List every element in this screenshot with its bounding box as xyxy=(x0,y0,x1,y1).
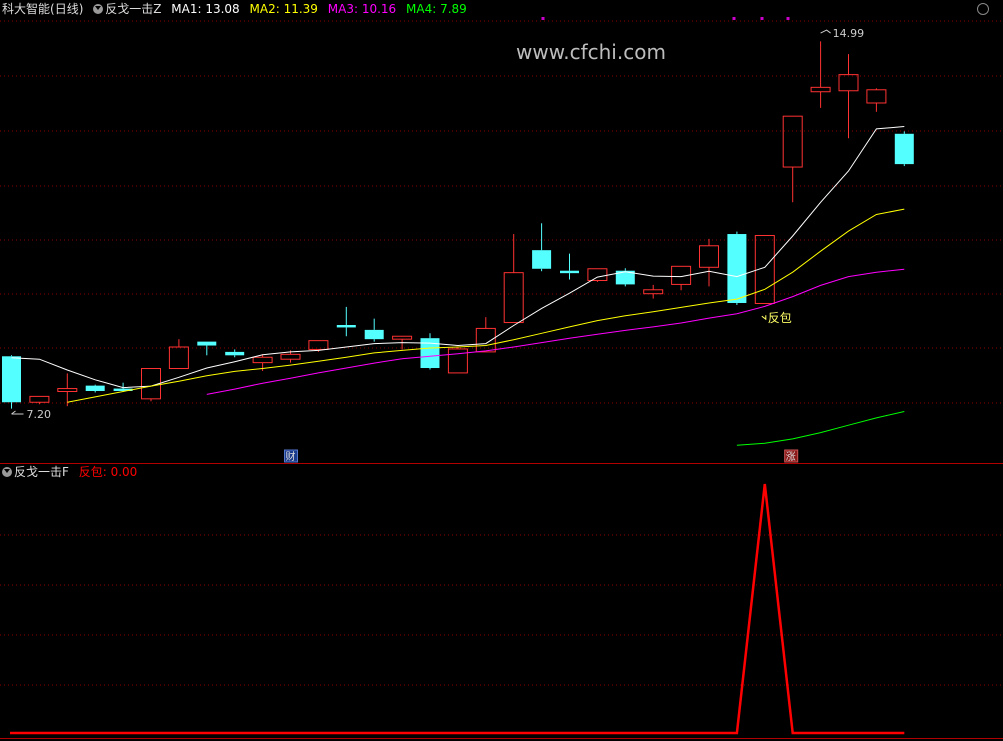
candle-up xyxy=(699,245,719,268)
chevron-down-icon[interactable] xyxy=(93,4,104,14)
low-pointer xyxy=(11,410,24,415)
candle-down xyxy=(85,385,105,392)
candle-up xyxy=(447,348,468,374)
signal-dot xyxy=(541,17,545,20)
sub-indicator-name[interactable]: 反戈一击F xyxy=(14,465,69,479)
ma3-value: MA3: 10.16 xyxy=(327,2,397,16)
signal-dot xyxy=(732,17,736,20)
kline-chart[interactable]: 14.99 7.20 反包财 涨 xyxy=(0,0,1003,741)
candle-down xyxy=(2,356,21,403)
settings-circle-icon[interactable] xyxy=(977,3,989,15)
candle-up xyxy=(643,289,664,295)
chevron-down-icon[interactable] xyxy=(2,467,12,477)
signal-pointer xyxy=(761,315,767,321)
candle-up xyxy=(503,272,524,324)
signal-dot xyxy=(786,17,790,20)
sub-panel-header: 反戈一击F 反包: 0.00 xyxy=(2,464,143,480)
ma4-value: MA4: 7.89 xyxy=(406,2,467,16)
candle-down xyxy=(336,324,356,328)
signal-line-fanbao xyxy=(10,483,905,735)
ma2-value: MA2: 11.39 xyxy=(249,2,318,16)
candle-up xyxy=(866,89,887,104)
signal-label: 反包 xyxy=(768,311,792,325)
ma-line-ma2 xyxy=(67,208,905,403)
candle-down xyxy=(225,351,245,356)
candle-up xyxy=(280,353,301,360)
candle-up xyxy=(168,346,189,370)
signal-dot xyxy=(760,17,764,20)
candle-up xyxy=(29,395,50,403)
candle-down xyxy=(364,329,384,340)
sub-indicator-value: 反包: 0.00 xyxy=(78,465,138,479)
period-label: (日线) xyxy=(50,2,84,16)
candle-up xyxy=(392,335,413,340)
ma-line-ma4 xyxy=(736,411,905,446)
candle-up xyxy=(782,115,803,168)
candle-up xyxy=(587,268,608,281)
candle-down xyxy=(197,341,217,346)
candle-up xyxy=(308,340,329,350)
watermark: www.cfchi.com xyxy=(516,40,666,64)
ma1-value: MA1: 13.08 xyxy=(171,2,240,16)
high-price-label: 14.99 xyxy=(833,27,865,40)
low-price-label: 7.20 xyxy=(27,408,52,421)
ma-line-ma3 xyxy=(206,268,905,395)
main-panel-header: 科大智能(日线) 反戈一击Z MA1: 13.08 MA2: 11.39 MA3… xyxy=(2,1,473,17)
candle-down xyxy=(560,270,579,274)
event-label-zhang: 涨 xyxy=(786,451,796,463)
candle-down xyxy=(727,234,747,303)
candle-up xyxy=(57,388,78,392)
event-label-cai: 财 xyxy=(286,450,296,463)
high-pointer xyxy=(820,29,831,34)
candle-up xyxy=(252,356,273,364)
candle-down xyxy=(894,133,914,165)
candle-down xyxy=(532,250,552,269)
stock-name: 科大智能 xyxy=(2,2,51,16)
candle-up xyxy=(838,74,859,92)
main-indicator-name[interactable]: 反戈一击Z xyxy=(105,2,161,16)
candle-up xyxy=(810,86,831,93)
